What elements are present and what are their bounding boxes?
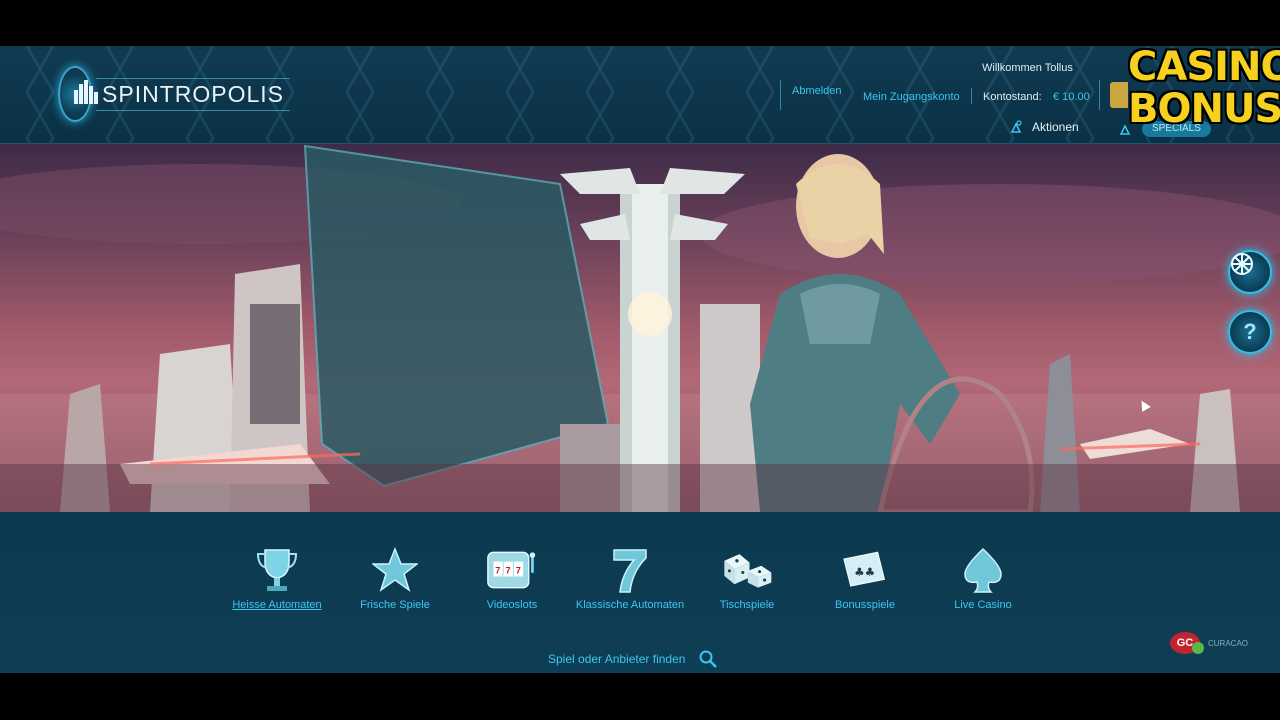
casino-bonus-watermark: CASINO+ BONUS (1128, 44, 1280, 132)
dice-icon (721, 544, 773, 596)
category-label: Bonusspiele (835, 599, 895, 611)
balance-label: Kontostand: (983, 91, 1042, 103)
star-icon (369, 544, 421, 596)
question-icon: ? (1243, 319, 1257, 344)
balance-value: € 10.00 (1053, 91, 1090, 103)
search-placeholder: Spiel oder Anbieter finden (548, 652, 686, 666)
category-label: Videoslots (486, 599, 538, 611)
divider (971, 88, 972, 104)
casino-page: SPINTROPOLIS Willkommen Tollus Abmelden … (0, 46, 1280, 673)
category-live-casino[interactable]: Live Casino (928, 544, 1038, 612)
category-bonus-games[interactable]: ♣♣ Bonusspiele (810, 544, 920, 612)
category-label: Frische Spiele (360, 599, 430, 611)
welcome-text: Willkommen Tollus (982, 62, 1073, 74)
category-label: Heisse Automaten (232, 599, 322, 611)
my-account-link[interactable]: Mein Zugangskonto (863, 91, 960, 103)
game-search-field[interactable]: Spiel oder Anbieter finden (540, 649, 740, 669)
search-icon[interactable] (699, 650, 718, 668)
svg-text:7: 7 (516, 566, 521, 576)
satellite-icon (1010, 120, 1022, 133)
svg-text:7: 7 (506, 566, 511, 576)
city-emblem-icon (58, 66, 98, 122)
category-new-games[interactable]: Frische Spiele (340, 544, 450, 612)
account-bar: Abmelden Mein Zugangskonto Kontostand: €… (780, 80, 1100, 110)
futuristic-city-illustration (0, 144, 1280, 512)
category-hot-slots[interactable]: Heisse Automaten (222, 544, 332, 612)
slot-machine-icon: 7 7 7 (486, 544, 538, 596)
site-logo[interactable]: SPINTROPOLIS (58, 66, 290, 122)
site-header: SPINTROPOLIS Willkommen Tollus Abmelden … (0, 46, 1280, 144)
watermark-line-1: CASINO+ (1128, 44, 1280, 90)
watermark-line-2: BONUS (1128, 86, 1280, 132)
spade-icon (957, 544, 1009, 596)
category-table-games[interactable]: Tischspiele (692, 544, 802, 612)
category-classic-slots[interactable]: Klassische Automaten (575, 544, 685, 612)
hero-banner[interactable]: ? (0, 144, 1280, 512)
license-text: CURACAO (1208, 638, 1249, 648)
deposit-button[interactable] (1110, 82, 1128, 108)
check-icon (1192, 642, 1204, 654)
curacao-license-badge[interactable]: GC CURACAO (1170, 632, 1248, 654)
category-label: Klassische Automaten (575, 599, 685, 611)
promotions-link[interactable]: Aktionen (1010, 120, 1079, 134)
logout-link[interactable]: Abmelden (792, 85, 842, 97)
seven-icon (604, 544, 656, 596)
cards-icon: ♣♣ (839, 544, 891, 596)
game-category-bar: Heisse Automaten Frische Spiele 7 7 7 Vi… (0, 512, 1280, 673)
category-videoslots[interactable]: 7 7 7 Videoslots (457, 544, 567, 612)
svg-text:7: 7 (495, 566, 500, 576)
svg-text:♣♣: ♣♣ (854, 565, 875, 579)
category-label: Tischspiele (719, 599, 775, 611)
category-label: Live Casino (954, 599, 1012, 611)
wheel-icon (1231, 253, 1253, 275)
brand-name: SPINTROPOLIS (96, 77, 290, 111)
promotions-label: Aktionen (1032, 120, 1079, 134)
help-button[interactable]: ? (1228, 310, 1272, 354)
trophy-icon (251, 544, 303, 596)
wheel-button[interactable] (1228, 250, 1272, 294)
